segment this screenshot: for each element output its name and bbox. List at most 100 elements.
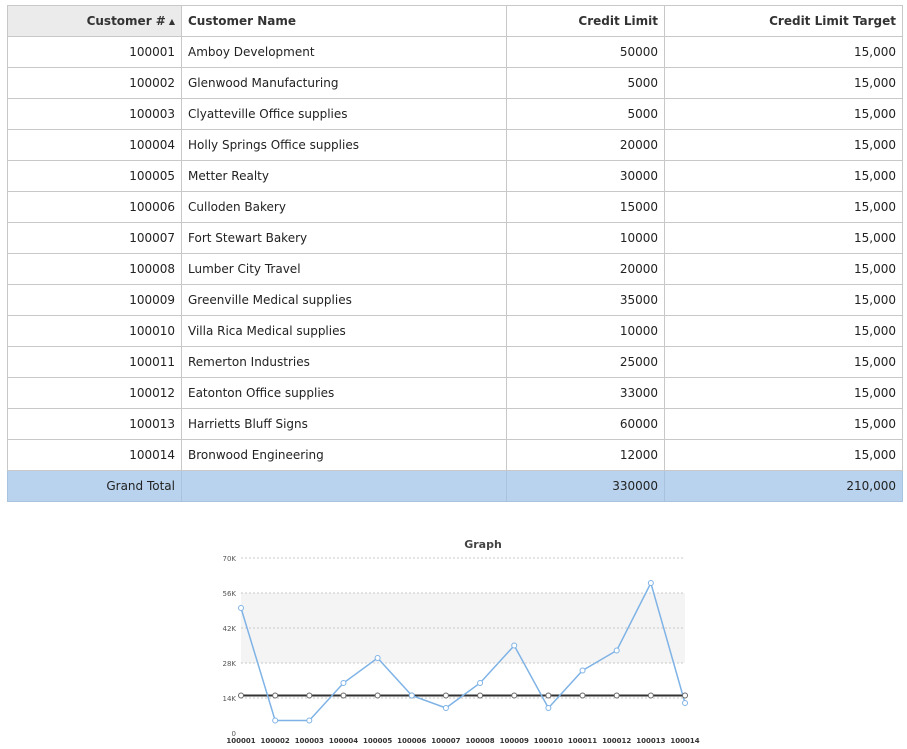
header-row: Customer # ▲ Customer Name Credit Limit C… xyxy=(7,5,903,37)
credit-limit-target-series-point xyxy=(306,692,313,699)
cell-customer-no: 100014 xyxy=(7,439,182,471)
table-row[interactable]: 100011 Remerton Industries 25000 15,000 xyxy=(7,346,903,378)
cell-credit-limit-target: 15,000 xyxy=(664,36,903,68)
cell-credit-limit-target: 15,000 xyxy=(664,129,903,161)
x-tick-label: 100010 xyxy=(534,737,563,745)
cell-credit-limit-target: 15,000 xyxy=(664,315,903,347)
credit-limit-target-series-point xyxy=(238,692,244,699)
x-tick-label: 100005 xyxy=(363,737,392,745)
x-tick-label: 100007 xyxy=(431,737,460,745)
column-header-credit-limit-target[interactable]: Credit Limit Target xyxy=(664,5,903,37)
cell-customer-name: Culloden Bakery xyxy=(181,191,507,223)
credit-limit-target-series-point xyxy=(545,692,552,699)
grand-total-row: Grand Total 330000 210,000 xyxy=(7,470,903,502)
column-header-label: Customer # xyxy=(86,14,166,28)
x-tick-label: 100002 xyxy=(261,737,290,745)
table-row[interactable]: 100014 Bronwood Engineering 12000 15,000 xyxy=(7,439,903,471)
cell-customer-name: Fort Stewart Bakery xyxy=(181,222,507,254)
cell-customer-name: Greenville Medical supplies xyxy=(181,284,507,316)
cell-customer-name: Eatonton Office supplies xyxy=(181,377,507,409)
credit-limit-series-point xyxy=(613,647,620,654)
cell-credit-limit: 50000 xyxy=(506,36,665,68)
cell-customer-no: 100010 xyxy=(7,315,182,347)
table-row[interactable]: 100006 Culloden Bakery 15000 15,000 xyxy=(7,191,903,223)
table-row[interactable]: 100012 Eatonton Office supplies 33000 15,00… xyxy=(7,377,903,409)
cell-customer-no: 100003 xyxy=(7,98,182,130)
table-row[interactable]: 100009 Greenville Medical supplies 35000 15… xyxy=(7,284,903,316)
credit-limit-target-series-point xyxy=(613,692,620,699)
credit-limit-series-point xyxy=(647,580,654,586)
cell-customer-no: 100009 xyxy=(7,284,182,316)
credit-limit-series-point xyxy=(579,667,586,674)
cell-credit-limit: 60000 xyxy=(506,408,665,440)
column-header-customer-no[interactable]: Customer # ▲ xyxy=(7,5,182,37)
credit-limit-series-point xyxy=(682,700,688,706)
x-tick-label: 100013 xyxy=(636,737,665,745)
cell-customer-no: 100012 xyxy=(7,377,182,409)
cell-credit-limit-target: 15,000 xyxy=(664,222,903,254)
table-row[interactable]: 100005 Metter Realty 30000 15,000 xyxy=(7,160,903,192)
cell-credit-limit: 35000 xyxy=(506,284,665,316)
credit-limit-series-point xyxy=(374,655,381,661)
cell-customer-name: Villa Rica Medical supplies xyxy=(181,315,507,347)
cell-credit-limit: 10000 xyxy=(506,315,665,347)
line-chart: Graph014K28K42K56K70K100001 100002 100003 1… xyxy=(223,538,700,745)
cell-credit-limit-target: 15,000 xyxy=(664,439,903,471)
x-tick-label: 100008 xyxy=(465,737,494,745)
y-tick-label: 14K xyxy=(223,695,237,703)
credit-limit-target-series-point xyxy=(511,692,518,699)
cell-customer-name: Metter Realty xyxy=(181,160,507,192)
cell-customer-name: Glenwood Manufacturing xyxy=(181,67,507,99)
x-tick-label: 100004 xyxy=(329,737,358,745)
x-tick-label: 100012 xyxy=(602,737,631,745)
x-tick-label: 100003 xyxy=(295,737,324,745)
table-row[interactable]: 100013 Harrietts Bluff Signs 60000 15,000 xyxy=(7,408,903,440)
cell-customer-no: 100004 xyxy=(7,129,182,161)
credit-limit-series-point xyxy=(511,642,518,649)
credit-limit-target-series-point xyxy=(682,692,688,699)
grand-total-credit-limit-target: 210,000 xyxy=(664,470,903,502)
x-tick-label: 100014 xyxy=(670,737,699,745)
table-row[interactable]: 100002 Glenwood Manufacturing 5000 15,000 xyxy=(7,67,903,99)
credit-limit-target-series-point xyxy=(647,692,654,699)
cell-credit-limit: 10000 xyxy=(506,222,665,254)
x-tick-label: 100006 xyxy=(397,737,426,745)
cell-credit-limit: 30000 xyxy=(506,160,665,192)
grid-body: 100001 Amboy Development 50000 15,000 10000… xyxy=(7,36,903,502)
table-row[interactable]: 100001 Amboy Development 50000 15,000 xyxy=(7,36,903,68)
cell-credit-limit: 5000 xyxy=(506,67,665,99)
table-row[interactable]: 100004 Holly Springs Office supplies 20000… xyxy=(7,129,903,161)
cell-credit-limit: 5000 xyxy=(506,98,665,130)
cell-customer-name: Holly Springs Office supplies xyxy=(181,129,507,161)
column-header-credit-limit[interactable]: Credit Limit xyxy=(506,5,665,37)
cell-credit-limit-target: 15,000 xyxy=(664,377,903,409)
credit-limit-series-point xyxy=(272,717,279,724)
credit-limit-target-series-point xyxy=(374,692,381,699)
x-tick-label: 100001 xyxy=(226,737,255,745)
table-row[interactable]: 100003 Clyatteville Office supplies 5000 15… xyxy=(7,98,903,130)
credit-limit-target-series-point xyxy=(477,692,484,699)
x-tick-label: 100011 xyxy=(568,737,597,745)
cell-credit-limit: 20000 xyxy=(506,253,665,285)
cell-customer-name: Bronwood Engineering xyxy=(181,439,507,471)
cell-customer-name: Lumber City Travel xyxy=(181,253,507,285)
cell-customer-name: Amboy Development xyxy=(181,36,507,68)
table-row[interactable]: 100008 Lumber City Travel 20000 15,000 xyxy=(7,253,903,285)
customer-table: Customer # ▲ Customer Name Credit Limit C… xyxy=(7,5,903,502)
credit-limit-target-series-point xyxy=(579,692,586,699)
cell-customer-no: 100013 xyxy=(7,408,182,440)
cell-credit-limit: 12000 xyxy=(506,439,665,471)
cell-customer-no: 100005 xyxy=(7,160,182,192)
cell-credit-limit: 15000 xyxy=(506,191,665,223)
cell-credit-limit-target: 15,000 xyxy=(664,408,903,440)
cell-credit-limit: 25000 xyxy=(506,346,665,378)
chart-title: Graph xyxy=(464,538,502,551)
y-tick-label: 56K xyxy=(223,590,237,598)
column-header-label: Credit Limit Target xyxy=(769,14,896,28)
credit-limit-series-point xyxy=(545,705,552,711)
cell-credit-limit-target: 15,000 xyxy=(664,67,903,99)
cell-customer-name: Harrietts Bluff Signs xyxy=(181,408,507,440)
table-row[interactable]: 100010 Villa Rica Medical supplies 10000 15… xyxy=(7,315,903,347)
table-row[interactable]: 100007 Fort Stewart Bakery 10000 15,000 xyxy=(7,222,903,254)
column-header-customer-name[interactable]: Customer Name xyxy=(181,5,507,37)
